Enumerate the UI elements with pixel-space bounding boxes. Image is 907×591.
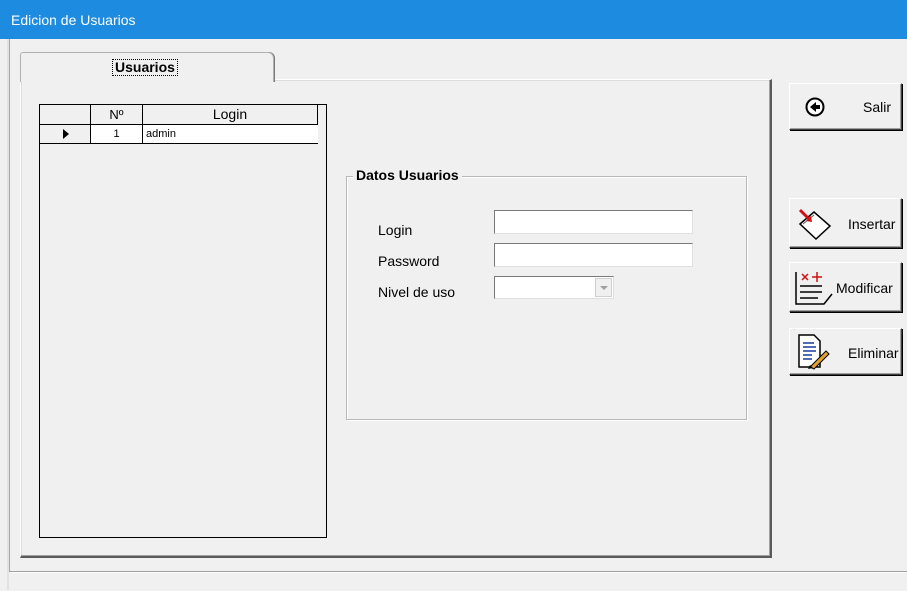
table-row[interactable]: 1 admin: [40, 125, 318, 144]
insert-button[interactable]: Insertar: [789, 198, 902, 248]
window-left-border: [7, 39, 10, 590]
group-title: Datos Usuarios: [353, 167, 462, 183]
level-select[interactable]: [494, 276, 614, 299]
exit-button[interactable]: Salir: [789, 83, 902, 130]
row-indicator: [40, 125, 91, 143]
insert-card-icon: [798, 208, 832, 241]
password-input[interactable]: [494, 243, 693, 267]
modify-button-label: Modificar: [836, 280, 893, 296]
chevron-down-icon[interactable]: [595, 278, 612, 297]
row-login-cell[interactable]: admin: [146, 125, 316, 143]
row-selected-arrow-icon: [63, 129, 69, 139]
login-label: Login: [378, 222, 413, 238]
grid-header-indicator: [40, 105, 91, 124]
password-label: Password: [378, 253, 440, 269]
delete-button-label: Eliminar: [848, 345, 899, 361]
row-num-cell[interactable]: 1: [91, 125, 143, 143]
window-title: Edicion de Usuarios: [11, 12, 136, 28]
grid-header-num[interactable]: Nº: [91, 105, 143, 124]
grid-header: Nº Login: [40, 105, 318, 125]
status-bar: [9, 571, 907, 591]
users-grid[interactable]: Nº Login 1 admin: [39, 104, 327, 538]
delete-document-icon: [798, 334, 830, 370]
edit-document-icon: [795, 272, 833, 305]
grid-header-login[interactable]: Login: [143, 105, 318, 124]
delete-button[interactable]: Eliminar: [789, 328, 902, 375]
exit-button-label: Salir: [863, 99, 892, 115]
window-titlebar: Edicion de Usuarios: [0, 0, 907, 39]
level-label: Nivel de uso: [378, 284, 456, 300]
login-input[interactable]: [494, 210, 693, 234]
back-arrow-icon: [805, 97, 825, 117]
tab-usuarios[interactable]: Usuarios: [20, 52, 274, 82]
tab-usuarios-label: Usuarios: [112, 59, 178, 76]
modify-button[interactable]: Modificar: [789, 262, 902, 312]
insert-button-label: Insertar: [848, 216, 896, 232]
